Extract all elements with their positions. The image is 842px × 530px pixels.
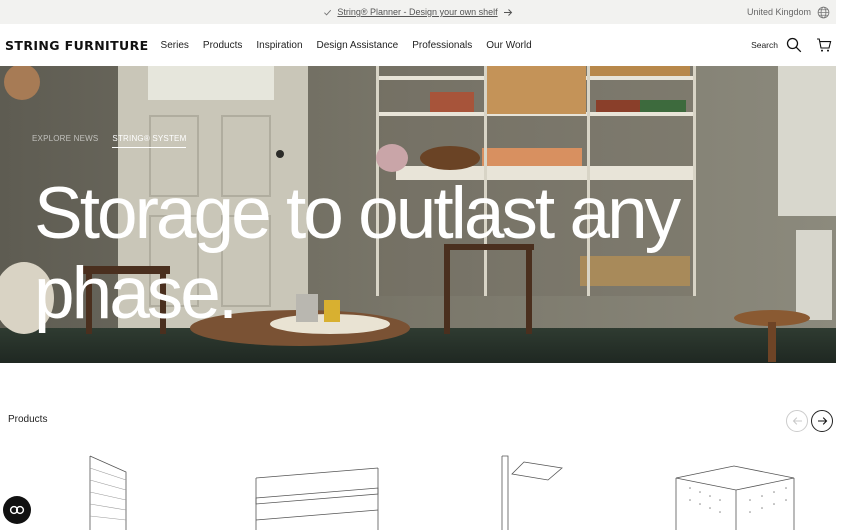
product-card[interactable] — [248, 448, 388, 530]
carousel-next-button[interactable] — [811, 410, 833, 432]
product-card[interactable] — [80, 448, 140, 530]
arrow-left-icon — [792, 416, 803, 426]
nav-item-products[interactable]: Products — [203, 40, 242, 51]
chat-icon — [9, 504, 25, 516]
product-card[interactable] — [670, 448, 800, 530]
arrow-right-icon — [817, 416, 828, 426]
hero-tabs: EXPLORE NEWS STRING® SYSTEM — [32, 134, 187, 148]
promo-bar: String® Planner - Design your own shelf … — [0, 0, 836, 24]
arrow-right-icon — [503, 8, 513, 17]
products-section-title: Products — [8, 414, 48, 425]
product-image-side-table — [501, 455, 563, 530]
cart-icon[interactable] — [816, 37, 832, 53]
tab-explore-news[interactable]: EXPLORE NEWS — [32, 134, 98, 148]
nav-item-professionals[interactable]: Professionals — [412, 40, 472, 51]
site-header: STRING FURNITURE Series Products Inspira… — [0, 24, 836, 66]
chat-button[interactable] — [3, 496, 31, 524]
hero-title-line-2: phase. — [34, 253, 238, 334]
product-image-shelf — [255, 467, 379, 530]
main-nav: Series Products Inspiration Design Assis… — [161, 40, 546, 51]
carousel-prev-button[interactable] — [786, 410, 808, 432]
product-card[interactable] — [490, 448, 570, 530]
search-label[interactable]: Search — [751, 40, 778, 50]
product-carousel — [0, 448, 836, 530]
hero-banner: EXPLORE NEWS STRING® SYSTEM Storage to o… — [0, 66, 836, 363]
product-image-perforated-cabinet — [675, 465, 795, 530]
header-actions: Search — [751, 24, 832, 66]
planner-promo-link[interactable]: String® Planner - Design your own shelf — [323, 7, 512, 17]
nav-item-our-world[interactable]: Our World — [486, 40, 531, 51]
nav-item-design-assistance[interactable]: Design Assistance — [317, 40, 399, 51]
globe-icon — [817, 6, 830, 19]
product-image-wall-panel — [89, 455, 127, 530]
nav-item-series[interactable]: Series — [161, 40, 189, 51]
planner-promo-text[interactable]: String® Planner - Design your own shelf — [337, 7, 497, 17]
nav-item-inspiration[interactable]: Inspiration — [256, 40, 302, 51]
hero-title-line-1: Storage to outlast any — [34, 173, 681, 254]
tab-string-system[interactable]: STRING® SYSTEM — [112, 134, 187, 148]
region-selector[interactable]: United Kingdom — [747, 0, 830, 24]
region-label[interactable]: United Kingdom — [747, 7, 811, 17]
check-icon — [323, 8, 332, 17]
search-icon[interactable] — [786, 37, 802, 53]
logo[interactable]: STRING FURNITURE — [5, 38, 149, 53]
hero-title: Storage to outlast any phase. — [34, 174, 734, 334]
